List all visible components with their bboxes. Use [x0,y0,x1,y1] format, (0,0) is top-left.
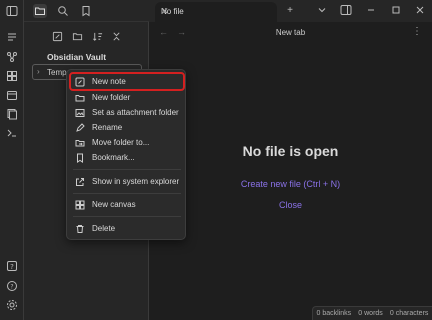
canvas-icon [75,200,85,210]
vault-name: Obsidian Vault [47,52,107,62]
canvas-icon[interactable] [5,69,19,83]
tab-bar: No file ✕ + [149,0,432,22]
chevron-right-icon[interactable]: › [37,67,40,76]
left-ribbon: ? ? [0,0,24,320]
bookmarks-icon[interactable] [79,4,93,18]
sort-icon[interactable] [91,30,103,42]
folder-label: Temp [47,68,67,77]
create-new-file-link[interactable]: Create new file (Ctrl + N) [149,179,432,189]
menu-item-bookmark[interactable]: Bookmark... [71,150,183,165]
menu-divider [73,193,181,194]
new-note-icon[interactable] [51,30,63,42]
files-tab-icon[interactable] [33,4,47,18]
chevron-down-icon[interactable] [315,3,329,17]
menu-divider [73,216,181,217]
close-link[interactable]: Close [149,200,432,210]
maximize-icon[interactable] [389,3,403,17]
menu-item-show-in-explorer[interactable]: Show in system explorer [71,174,183,189]
external-icon [75,177,85,187]
menu-item-new-note[interactable]: New note [69,72,185,91]
menu-item-set-attachment-folder[interactable]: Set as attachment folder [71,105,183,120]
calendar-icon[interactable] [5,88,19,102]
view-header: ← → New tab ⋮ [149,22,432,44]
menu-item-label: Set as attachment folder [92,108,179,117]
menu-item-new-folder[interactable]: New folder [71,90,183,105]
word-count: 0 words [358,310,383,317]
question-icon[interactable]: ? [5,279,19,293]
sidebar-header [24,0,149,22]
right-sidebar-toggle-icon[interactable] [339,3,353,17]
sidebar-toggle-icon[interactable] [5,4,19,18]
svg-text:?: ? [10,263,14,271]
menu-item-label: New canvas [92,200,136,209]
menu-item-label: New note [92,77,126,86]
menu-item-label: Show in system explorer [92,177,180,186]
collapse-all-icon[interactable] [110,30,122,42]
help-icon[interactable]: ? [5,259,19,273]
close-window-icon[interactable] [413,3,427,17]
trash-icon [75,224,85,234]
menu-item-label: Move folder to... [92,138,150,147]
menu-item-new-canvas[interactable]: New canvas [71,197,183,212]
more-options-icon[interactable]: ⋮ [412,26,422,37]
empty-state-title: No file is open [242,143,339,159]
menu-item-label: New folder [92,93,131,102]
minimize-icon[interactable] [364,3,378,17]
menu-item-label: Delete [92,224,116,233]
tab-no-file[interactable]: No file ✕ [155,2,277,22]
status-bar: 0 backlinks 0 words 0 characters [312,306,432,320]
terminal-icon[interactable] [5,126,19,140]
folder-icon [75,93,85,103]
templates-icon[interactable] [5,107,19,121]
new-folder-icon[interactable] [71,30,83,42]
edit-icon [75,77,85,87]
bookmark-icon [75,153,85,163]
menu-item-label: Rename [92,123,123,132]
menu-item-label: Bookmark... [92,153,135,162]
menu-item-rename[interactable]: Rename [71,120,183,135]
settings-gear-icon[interactable] [5,298,19,312]
pencil-icon [75,122,85,133]
graph-icon[interactable] [5,50,19,64]
switcher-icon[interactable] [5,30,19,44]
menu-item-delete[interactable]: Delete [71,221,183,236]
new-tab-icon[interactable]: + [283,3,297,17]
image-icon [75,108,85,118]
folder-context-menu: New note New folder Set as attachment fo… [66,69,186,240]
menu-divider [73,169,181,170]
backlinks-count[interactable]: 0 backlinks [317,310,352,317]
close-tab-icon[interactable]: ✕ [161,6,271,17]
move-icon [75,138,85,148]
svg-text:?: ? [10,284,13,291]
character-count: 0 characters [389,310,429,317]
menu-item-move-folder[interactable]: Move folder to... [71,135,183,150]
search-icon[interactable] [56,4,70,18]
view-title: New tab [275,28,306,37]
